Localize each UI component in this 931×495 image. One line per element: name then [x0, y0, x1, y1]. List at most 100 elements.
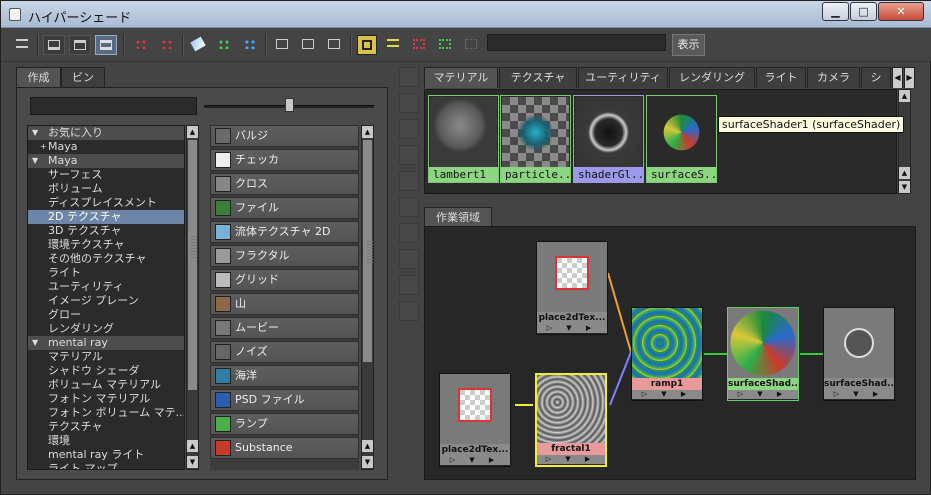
tree-item[interactable]: ▼ mental ray	[28, 336, 184, 350]
tab-rendering[interactable]: レンダリング	[669, 67, 755, 88]
tree-item[interactable]: グロー	[28, 308, 184, 322]
graph-selected-icon[interactable]	[240, 35, 262, 55]
node-type-button[interactable]: Substance	[210, 437, 359, 459]
collapse-icon[interactable]: ▼	[32, 154, 38, 168]
node-list-scrollbar[interactable]: ▲ ▲ ▼	[361, 125, 374, 470]
tree-item[interactable]: レンダリング	[28, 322, 184, 336]
tree-item[interactable]: ライト マップ	[28, 462, 184, 469]
side-tool-icon-4[interactable]	[399, 145, 419, 165]
tree-item[interactable]: マテリアル	[28, 350, 184, 364]
tree-item[interactable]: ボリューム	[28, 182, 184, 196]
expand-icon[interactable]: +	[40, 140, 47, 154]
node-type-button[interactable]: ファイル	[210, 197, 359, 219]
show-button[interactable]: 表示	[672, 34, 705, 56]
tab-materials[interactable]: マテリアル	[424, 67, 498, 88]
graph-node-ramp1[interactable]: ramp1 ▷ ▼ ▶	[631, 307, 703, 401]
layout-bottom-button[interactable]	[69, 35, 91, 55]
tree-item[interactable]: 3D テクスチャ	[28, 224, 184, 238]
tab-scroll-left[interactable]: ◀	[892, 67, 903, 88]
swatch-scrollbar[interactable]: ▲ ▲ ▼	[898, 89, 911, 194]
side-tool-icon-7[interactable]	[399, 223, 419, 243]
pane-splitter[interactable]	[191, 236, 197, 260]
remove-from-graph-icon[interactable]	[298, 35, 320, 55]
swatch-particle[interactable]: particle...	[500, 95, 571, 183]
tree-scrollbar[interactable]: ▲ ▲ ▼	[186, 125, 199, 470]
side-tool-icon-8[interactable]	[399, 249, 419, 269]
side-tool-icon-9[interactable]	[399, 275, 419, 295]
node-type-button[interactable]: グリッド	[210, 269, 359, 291]
side-tool-icon-2[interactable]	[399, 93, 419, 113]
node-type-button[interactable]: ノイズ	[210, 341, 359, 363]
node-type-button[interactable]: フラクタル	[210, 245, 359, 267]
rearrange-graph-icon[interactable]	[214, 35, 236, 55]
graph-node-surface-shader[interactable]: surfaceShad... ▷ ▼ ▶	[727, 307, 799, 401]
tab-scroll-right[interactable]: ▶	[904, 67, 915, 88]
swatch-lambert1[interactable]: lambert1	[428, 95, 499, 183]
close-button[interactable]: ✕	[878, 2, 924, 21]
graph-search-input[interactable]	[487, 34, 666, 51]
render-view-icon[interactable]	[435, 35, 457, 55]
collapse-icon[interactable]: ▼	[32, 336, 38, 350]
tab-utilities[interactable]: ユーティリティ	[578, 67, 668, 88]
side-tool-icon-1[interactable]	[399, 67, 419, 87]
tree-item[interactable]: ユーティリティ	[28, 280, 184, 294]
tree-item[interactable]: 環境テクスチャ	[28, 238, 184, 252]
graph-node-shading-group[interactable]: surfaceShad... ▷ ▼ ▶	[823, 307, 895, 401]
tree-item[interactable]: ライト	[28, 266, 184, 280]
side-tool-icon-10[interactable]	[399, 301, 419, 321]
swatch-surfaceshader[interactable]: surfaceS...	[646, 95, 717, 183]
node-search-input[interactable]	[30, 97, 197, 115]
side-tool-icon-5[interactable]	[399, 171, 419, 191]
add-to-graph-icon[interactable]	[272, 35, 294, 55]
node-ports[interactable]: ▷ ▼ ▶	[728, 390, 798, 399]
tree-item[interactable]: サーフェス	[28, 168, 184, 182]
search-options-icon[interactable]	[461, 35, 483, 55]
tree-item[interactable]: ボリューム マテリアル	[28, 378, 184, 392]
tree-item[interactable]: 2D テクスチャ	[28, 210, 184, 224]
side-tool-icon-3[interactable]	[399, 119, 419, 139]
tab-cameras[interactable]: カメラ	[807, 67, 860, 88]
tab-work-area[interactable]: 作業領域	[424, 207, 492, 227]
maximize-button[interactable]: □	[850, 2, 877, 21]
layout-top-bottom-button[interactable]	[43, 35, 65, 55]
tree-item[interactable]: テクスチャ	[28, 420, 184, 434]
tree-item[interactable]: ▼ お気に入り	[28, 126, 184, 140]
tab-bins[interactable]: ビン	[61, 67, 105, 87]
layout-split-button[interactable]	[95, 35, 117, 55]
tree-item[interactable]: ▼ Maya	[28, 154, 184, 168]
tab-textures[interactable]: テクスチャ	[499, 67, 577, 88]
toggle-swatch-icon[interactable]	[357, 35, 377, 55]
tree-item[interactable]: シャドウ シェーダ	[28, 364, 184, 378]
node-ports[interactable]: ▷ ▼ ▶	[440, 456, 510, 465]
tree-item[interactable]: イメージ プレーン	[28, 294, 184, 308]
graph-materials-icon[interactable]	[324, 35, 346, 55]
tree-item[interactable]: フォトン ボリューム マテ...	[28, 406, 184, 420]
node-type-button[interactable]: ランプ	[210, 413, 359, 435]
graph-node-fractal1[interactable]: fractal1 ▷ ▼ ▶	[535, 373, 607, 467]
swatch-shaderglow[interactable]: shaderGl...	[573, 95, 644, 183]
side-tool-icon-6[interactable]	[399, 197, 419, 217]
node-type-button[interactable]: 海洋	[210, 365, 359, 387]
graph-node-place2d-bottom[interactable]: place2dTex... ▷ ▼ ▶	[439, 373, 511, 467]
graph-output-icon[interactable]	[157, 35, 179, 55]
node-ports[interactable]: ▷ ▼ ▶	[537, 324, 607, 333]
node-type-button[interactable]: チェッカ	[210, 149, 359, 171]
tab-create[interactable]: 作成	[16, 67, 61, 87]
filter-icon[interactable]	[383, 35, 405, 55]
node-ports[interactable]: ▷ ▼ ▶	[824, 390, 894, 399]
graph-input-output-icon[interactable]	[131, 35, 153, 55]
node-ports[interactable]: ▷ ▼ ▶	[632, 390, 702, 399]
tree-item[interactable]: mental ray ライト	[28, 448, 184, 462]
node-ports[interactable]: ▷ ▼ ▶	[537, 455, 605, 464]
tab-more[interactable]: シ	[861, 67, 891, 88]
node-type-button[interactable]: バルジ	[210, 125, 359, 147]
node-type-button[interactable]: 山	[210, 293, 359, 315]
clear-graph-icon[interactable]	[188, 35, 210, 55]
tree-item[interactable]: その他のテクスチャ	[28, 252, 184, 266]
shading-group-icon[interactable]	[409, 35, 431, 55]
collapse-icon[interactable]: ▼	[32, 126, 38, 140]
tab-lights[interactable]: ライト	[756, 67, 806, 88]
node-type-button[interactable]: 流体テクスチャ 2D	[210, 221, 359, 243]
tree-item[interactable]: ディスプレイスメント	[28, 196, 184, 210]
node-type-button[interactable]: PSD ファイル	[210, 389, 359, 411]
